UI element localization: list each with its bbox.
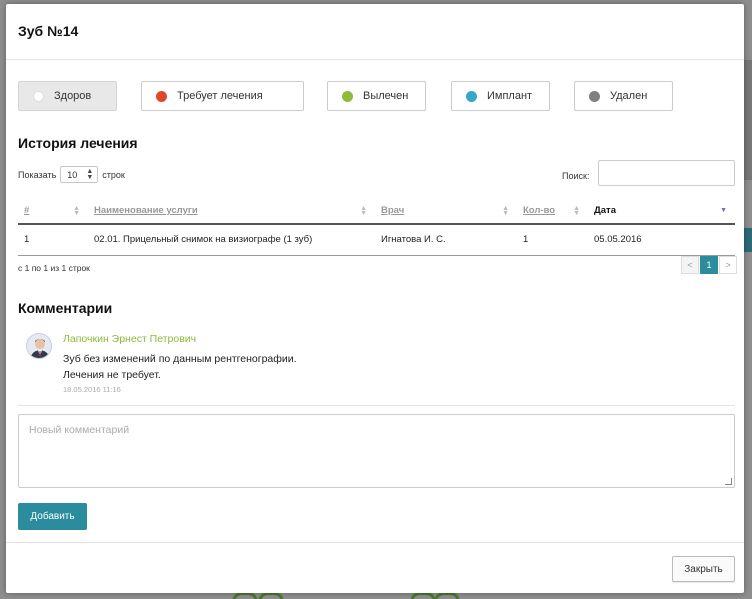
footer-divider <box>6 542 744 543</box>
column-header-service[interactable]: Наименование услуги ▲ ▼ <box>88 197 375 225</box>
search-label: Поиск: <box>562 171 590 181</box>
sort-icon: ▲ ▼ <box>73 205 80 217</box>
new-comment-textarea[interactable]: Новый комментарий <box>18 414 735 488</box>
add-comment-button[interactable]: Добавить <box>18 503 87 530</box>
comment-text-line: Лечения не требует. <box>63 369 161 381</box>
divider <box>18 405 735 406</box>
rows-label: строк <box>102 169 125 180</box>
status-button-healthy[interactable]: Здоров <box>18 81 117 111</box>
status-dot-treated <box>342 90 353 102</box>
pagination-next-button[interactable]: > <box>719 256 737 274</box>
backdrop-leaf <box>258 592 284 599</box>
status-button-removed[interactable]: Удален <box>574 81 673 111</box>
modal-title: Зуб №14 <box>18 23 79 39</box>
backdrop-leaf <box>434 592 460 599</box>
avatar <box>26 333 52 359</box>
status-button-needs-treatment[interactable]: Требует лечения <box>141 81 304 111</box>
column-header-date[interactable]: Дата ▼ <box>588 197 735 225</box>
backdrop-leaf <box>410 592 436 599</box>
resize-grip-icon[interactable] <box>725 478 732 485</box>
backdrop-leaf <box>232 592 258 599</box>
column-header-quantity[interactable]: Кол-во ▲ ▼ <box>517 197 588 225</box>
tooth-modal: Зуб №14 Здоров Требует лечения Вылечен И… <box>6 4 744 593</box>
comment-text-line: Зуб без изменений по данным рентгенограф… <box>63 353 297 365</box>
status-label: Здоров <box>54 90 92 102</box>
status-button-implant[interactable]: Имплант <box>451 81 550 111</box>
comment-author[interactable]: Лапочкин Эрнест Петрович <box>63 333 196 345</box>
history-table: # ▲ ▼ Наименование услуги ▲ ▼ Врач ▲ ▼ Кол-во ▲… <box>18 197 735 256</box>
cell-number: 1 <box>18 224 88 256</box>
comment-date: 18.05.2016 11:16 <box>63 385 121 394</box>
status-dot-implant <box>466 90 477 102</box>
select-arrows-icon: ▲ ▼ <box>86 168 94 181</box>
page-length-select[interactable]: 10 ▲ ▼ <box>60 166 99 183</box>
close-button[interactable]: Закрыть <box>672 556 735 582</box>
status-label: Требует лечения <box>177 90 263 102</box>
status-label: Имплант <box>487 90 533 102</box>
pagination-prev-button[interactable]: < <box>681 256 699 274</box>
sort-icon: ▲ ▼ <box>573 205 580 217</box>
status-dot-removed <box>589 90 600 102</box>
page-length-control: Показать 10 ▲ ▼ строк <box>18 166 125 183</box>
table-header-row: # ▲ ▼ Наименование услуги ▲ ▼ Врач ▲ ▼ Кол-во ▲… <box>18 197 735 225</box>
cell-date: 05.05.2016 <box>588 224 735 256</box>
comments-title: Комментарии <box>18 300 113 316</box>
pagination: < 1 > <box>680 256 737 274</box>
cell-doctor: Игнатова И. С. <box>375 224 517 256</box>
search-input[interactable] <box>598 160 735 186</box>
cell-quantity: 1 <box>517 224 588 256</box>
table-row[interactable]: 1 02.01. Прицельный снимок на визиографе… <box>18 224 735 256</box>
status-dot-healthy <box>33 90 44 102</box>
page-length-value: 10 <box>67 169 78 180</box>
show-label: Показать <box>18 169 57 180</box>
status-label: Удален <box>610 90 648 102</box>
backdrop-strip <box>744 228 752 252</box>
sort-desc-icon: ▼ <box>720 207 727 214</box>
backdrop-strip <box>744 60 752 180</box>
comment-text: Зуб без изменений по данным рентгенограф… <box>63 351 297 383</box>
sort-icon: ▲ ▼ <box>360 205 367 217</box>
sort-icon: ▲ ▼ <box>502 205 509 217</box>
status-dot-needs-treatment <box>156 90 167 102</box>
cell-service: 02.01. Прицельный снимок на визиографе (… <box>88 224 375 256</box>
table-info: с 1 по 1 из 1 строк <box>18 263 90 273</box>
column-header-doctor[interactable]: Врач ▲ ▼ <box>375 197 517 225</box>
pagination-page-1[interactable]: 1 <box>700 256 718 274</box>
history-title: История лечения <box>18 135 138 151</box>
status-button-treated[interactable]: Вылечен <box>327 81 426 111</box>
new-comment-placeholder: Новый комментарий <box>29 424 130 436</box>
column-header-number[interactable]: # ▲ ▼ <box>18 197 88 225</box>
status-label: Вылечен <box>363 90 409 102</box>
modal-header: Зуб №14 <box>6 4 744 60</box>
